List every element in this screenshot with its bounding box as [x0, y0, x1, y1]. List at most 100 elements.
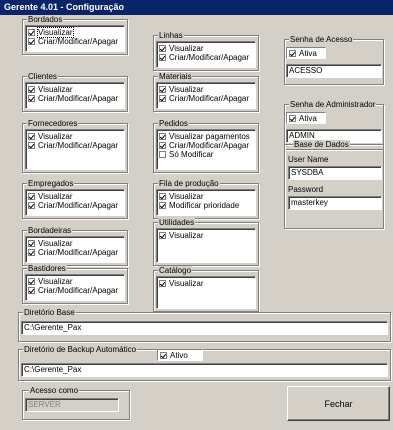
password-input[interactable]: masterkey: [288, 196, 382, 210]
checkbox-criar[interactable]: Criar/Modificar/Apagar: [28, 37, 122, 46]
permission-list: Visualizar Criar/Modificar/Apagar: [25, 274, 125, 301]
checkbox-box[interactable]: [159, 86, 166, 93]
group-clientes: Clientes Visualizar Criar/Modificar/Apag…: [22, 72, 128, 112]
checkbox-box[interactable]: [159, 54, 166, 61]
checkbox-visualizar[interactable]: Visualizar: [28, 192, 122, 201]
group-empregados: Empregados Visualizar Criar/Modificar/Ap…: [22, 179, 128, 219]
group-title: Fornecedores: [27, 119, 79, 128]
checkbox-criar[interactable]: Criar/Modificar/Apagar: [28, 141, 122, 150]
checkbox-box[interactable]: [28, 249, 35, 256]
group-title: Senha de Administrador: [289, 100, 377, 109]
group-title: Diretório de Backup Automático: [23, 345, 138, 354]
group-fornecedores: Fornecedores Visualizar Criar/Modificar/…: [22, 119, 128, 173]
group-title: Materiais: [158, 72, 193, 81]
checkbox-box[interactable]: [28, 95, 35, 102]
checkbox-so-modificar[interactable]: Só Modificar: [159, 150, 253, 159]
checkbox-box[interactable]: [28, 278, 35, 285]
checkbox-criar[interactable]: Criar/Modificar/Apagar: [28, 248, 122, 257]
group-diretorio-backup: Diretório de Backup Automático Ativo C:\…: [18, 345, 391, 381]
group-base-dados: Base de Dados User Name SYSDBA Password …: [284, 140, 384, 229]
group-title: Senha de Acesso: [289, 35, 354, 44]
password-label: Password: [288, 185, 324, 194]
group-fila-producao: Fila de produção Visualizar Modificar pr…: [153, 179, 259, 219]
checkbox-box[interactable]: [289, 114, 296, 122]
group-title: Pedidos: [158, 119, 189, 128]
group-senha-acesso: Senha de Acesso Ativa ACESSO: [284, 35, 384, 85]
checkbox-box[interactable]: [28, 193, 35, 200]
checkbox-box[interactable]: [159, 202, 166, 209]
checkbox-criar[interactable]: Criar/Modificar/Apagar: [28, 286, 122, 295]
group-title: Clientes: [27, 72, 58, 81]
checkbox-box[interactable]: [28, 142, 35, 149]
group-title: Bordadeiras: [27, 226, 73, 235]
checkbox-criar[interactable]: Criar/Modificar/Apagar: [159, 141, 253, 150]
user-name-input[interactable]: SYSDBA: [288, 166, 382, 180]
ativa-checkbox[interactable]: Ativa: [286, 112, 326, 124]
checkbox-visualizar[interactable]: Visualizar: [159, 279, 253, 288]
checkbox-modificar-prioridade[interactable]: Modificar prioridade: [159, 201, 253, 210]
checkbox-visualizar[interactable]: Visualizar: [28, 85, 122, 94]
group-bordados: Bordados Visualizar Criar/Modificar/Apag…: [22, 15, 128, 55]
checkbox-criar[interactable]: Criar/Modificar/Apagar: [159, 94, 253, 103]
ativa-checkbox[interactable]: Ativa: [286, 47, 326, 59]
checkbox-box[interactable]: [28, 38, 35, 45]
checkbox-visualizar-pagamentos[interactable]: Visualizar pagamentos: [159, 132, 253, 141]
permission-list: Visualizar Criar/Modificar/Apagar: [25, 129, 125, 170]
permission-list: Visualizar Criar/Modificar/Apagar: [156, 41, 256, 68]
permission-list: Visualizar: [156, 228, 256, 263]
checkbox-visualizar[interactable]: Visualizar: [159, 44, 253, 53]
permission-list: Visualizar pagamentos Criar/Modificar/Ap…: [156, 129, 256, 170]
checkbox-visualizar[interactable]: Visualizar: [159, 85, 253, 94]
checkbox-box[interactable]: [159, 151, 166, 158]
checkbox-box[interactable]: [159, 280, 166, 287]
group-title: Acesso como: [29, 386, 80, 395]
group-pedidos: Pedidos Visualizar pagamentos Criar/Modi…: [153, 119, 259, 173]
checkbox-box[interactable]: [159, 232, 166, 239]
checkbox-visualizar[interactable]: Visualizar: [159, 231, 253, 240]
checkbox-visualizar[interactable]: Visualizar: [28, 277, 122, 286]
group-title: Catálogo: [158, 266, 193, 275]
checkbox-criar[interactable]: Criar/Modificar/Apagar: [159, 53, 253, 62]
group-materiais: Materiais Visualizar Criar/Modificar/Apa…: [153, 72, 259, 112]
checkbox-box[interactable]: [159, 193, 166, 200]
ativo-checkbox[interactable]: Ativo: [157, 349, 203, 361]
checkbox-box[interactable]: [28, 133, 35, 140]
checkbox-box[interactable]: [159, 133, 166, 140]
group-title: Bordados: [27, 15, 64, 24]
group-utilidades: Utilidades Visualizar: [153, 218, 259, 266]
diretorio-base-input[interactable]: C:\Gerente_Pax: [21, 321, 388, 335]
fechar-button[interactable]: Fechar: [287, 386, 390, 421]
senha-acesso-input[interactable]: ACESSO: [286, 64, 382, 78]
checkbox-criar[interactable]: Criar/Modificar/Apagar: [28, 201, 122, 210]
checkbox-visualizar[interactable]: Visualizar: [159, 192, 253, 201]
checkbox-box[interactable]: [28, 202, 35, 209]
diretorio-backup-input[interactable]: C:\Gerente_Pax: [21, 363, 388, 377]
checkbox-box[interactable]: [28, 86, 35, 93]
group-title: Utilidades: [158, 218, 196, 227]
checkbox-box[interactable]: [159, 45, 166, 52]
checkbox-box[interactable]: [160, 351, 167, 359]
checkbox-box[interactable]: [28, 240, 35, 247]
checkbox-box[interactable]: [289, 49, 296, 57]
group-title: Linhas: [158, 31, 184, 40]
checkbox-box[interactable]: [28, 287, 35, 294]
checkbox-visualizar[interactable]: Visualizar: [28, 132, 122, 141]
checkbox-box[interactable]: [159, 142, 166, 149]
config-window: Bordados Visualizar Criar/Modificar/Apag…: [0, 15, 393, 430]
permission-list: Visualizar Criar/Modificar/Apagar: [25, 189, 125, 216]
group-catalogo: Catálogo Visualizar: [153, 266, 259, 312]
checkbox-visualizar[interactable]: Visualizar: [28, 27, 122, 38]
window-title: Gerente 4.01 - Configuração: [0, 0, 393, 15]
group-linhas: Linhas Visualizar Criar/Modificar/Apagar: [153, 31, 259, 71]
checkbox-box[interactable]: [28, 29, 35, 36]
group-title: Diretório Base: [23, 308, 76, 317]
group-bordadeiras: Bordadeiras Visualizar Criar/Modificar/A…: [22, 226, 128, 266]
checkbox-box[interactable]: [159, 95, 166, 102]
checkbox-criar[interactable]: Criar/Modificar/Apagar: [28, 94, 122, 103]
permission-list: Visualizar Modificar prioridade: [156, 189, 256, 216]
permission-list: Visualizar Criar/Modificar/Apagar: [25, 82, 125, 109]
checkbox-visualizar[interactable]: Visualizar: [28, 239, 122, 248]
user-name-label: User Name: [288, 155, 329, 164]
permission-list: Visualizar Criar/Modificar/Apagar: [25, 25, 125, 52]
group-bastidores: Bastidores Visualizar Criar/Modificar/Ap…: [22, 264, 128, 304]
